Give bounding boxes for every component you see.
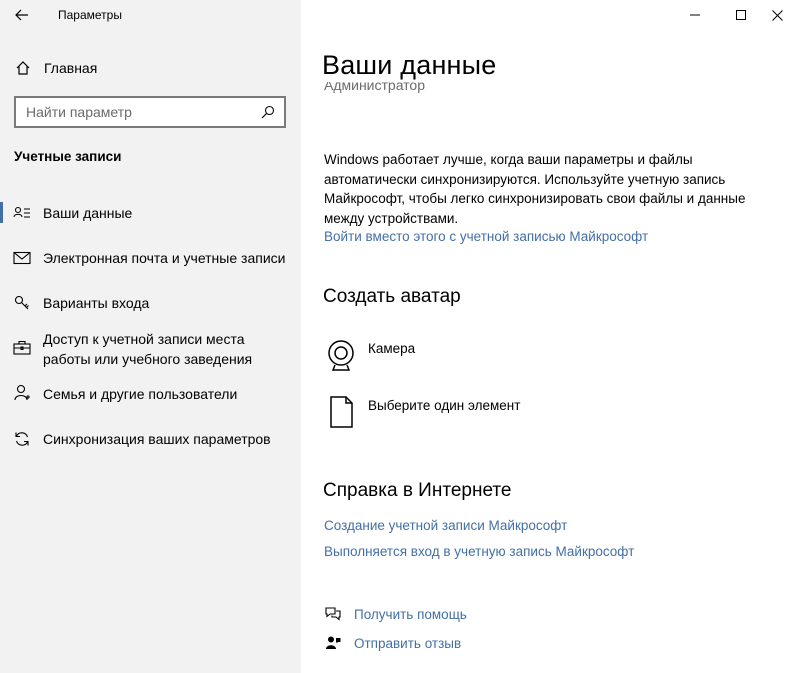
search-icon[interactable] — [260, 104, 276, 120]
sidebar-item-sync[interactable]: Синхронизация ваших параметров — [0, 429, 301, 449]
briefcase-icon — [13, 338, 31, 356]
sidebar-item-family[interactable]: Семья и другие пользователи — [0, 384, 301, 404]
app-title: Параметры — [58, 8, 122, 22]
sidebar-item-label: Варианты входа — [43, 295, 150, 311]
home-button[interactable]: Главная — [14, 59, 97, 77]
sidebar-item-label: Доступ к учетной записи места работы или… — [43, 331, 253, 367]
navigation-pane: Параметры Главная Учетные записи Ваши да… — [0, 0, 301, 673]
file-icon — [325, 394, 357, 430]
home-icon — [14, 59, 32, 77]
get-help-label: Получить помощь — [354, 606, 467, 622]
close-icon — [771, 9, 783, 21]
choose-file-label: Выберите один элемент — [368, 398, 521, 413]
sidebar-item-your-info[interactable]: Ваши данные — [0, 203, 301, 223]
sidebar-item-work-access[interactable]: Доступ к учетной записи места работы или… — [0, 329, 301, 369]
person-add-icon — [13, 384, 31, 402]
user-card-icon — [13, 204, 31, 222]
sidebar-item-label: Ваши данные — [43, 205, 133, 221]
help-chat-icon — [324, 605, 342, 623]
sidebar-item-label: Электронная почта и учетные записи — [43, 250, 286, 266]
avatar-heading: Создать аватар — [323, 286, 461, 307]
close-button[interactable] — [754, 0, 800, 30]
home-label: Главная — [44, 60, 98, 76]
send-feedback-link[interactable]: Отправить отзыв — [324, 634, 461, 652]
camera-option[interactable]: Камера — [325, 337, 415, 373]
minimize-button[interactable] — [672, 0, 718, 30]
sync-description: Windows работает лучше, когда ваши парам… — [324, 152, 746, 226]
section-title: Учетные записи — [14, 149, 122, 164]
sync-icon — [13, 430, 31, 448]
back-button[interactable] — [10, 5, 34, 25]
back-arrow-icon — [15, 9, 28, 21]
account-type: Администратор — [324, 82, 524, 96]
choose-file-option[interactable]: Выберите один элемент — [325, 394, 520, 430]
maximize-icon — [736, 10, 746, 20]
page-title: Ваши данные — [322, 50, 497, 80]
account-type-text: Администратор — [324, 82, 426, 93]
mail-icon — [13, 249, 31, 267]
feedback-icon — [324, 634, 342, 652]
selection-indicator — [0, 202, 3, 223]
search-input[interactable] — [26, 104, 260, 120]
camera-label: Камера — [368, 341, 416, 356]
sign-in-microsoft-link[interactable]: Войти вместо этого с учетной записью Май… — [324, 229, 648, 244]
sidebar-item-label: Семья и другие пользователи — [43, 386, 238, 402]
key-icon — [13, 294, 31, 312]
send-feedback-label: Отправить отзыв — [354, 635, 462, 651]
sidebar-item-label: Синхронизация ваших параметров — [43, 431, 271, 447]
camera-icon — [325, 337, 357, 373]
search-box[interactable] — [14, 96, 286, 128]
help-link-create-account[interactable]: Создание учетной записи Майкрософт — [324, 518, 567, 533]
minimize-icon — [690, 14, 700, 16]
sidebar-item-email[interactable]: Электронная почта и учетные записи — [0, 248, 301, 268]
help-heading: Справка в Интернете — [323, 480, 512, 501]
help-link-sign-in[interactable]: Выполняется вход в учетную запись Майкро… — [324, 544, 634, 559]
sidebar-item-sign-in-options[interactable]: Варианты входа — [0, 293, 301, 313]
get-help-link[interactable]: Получить помощь — [324, 605, 467, 623]
